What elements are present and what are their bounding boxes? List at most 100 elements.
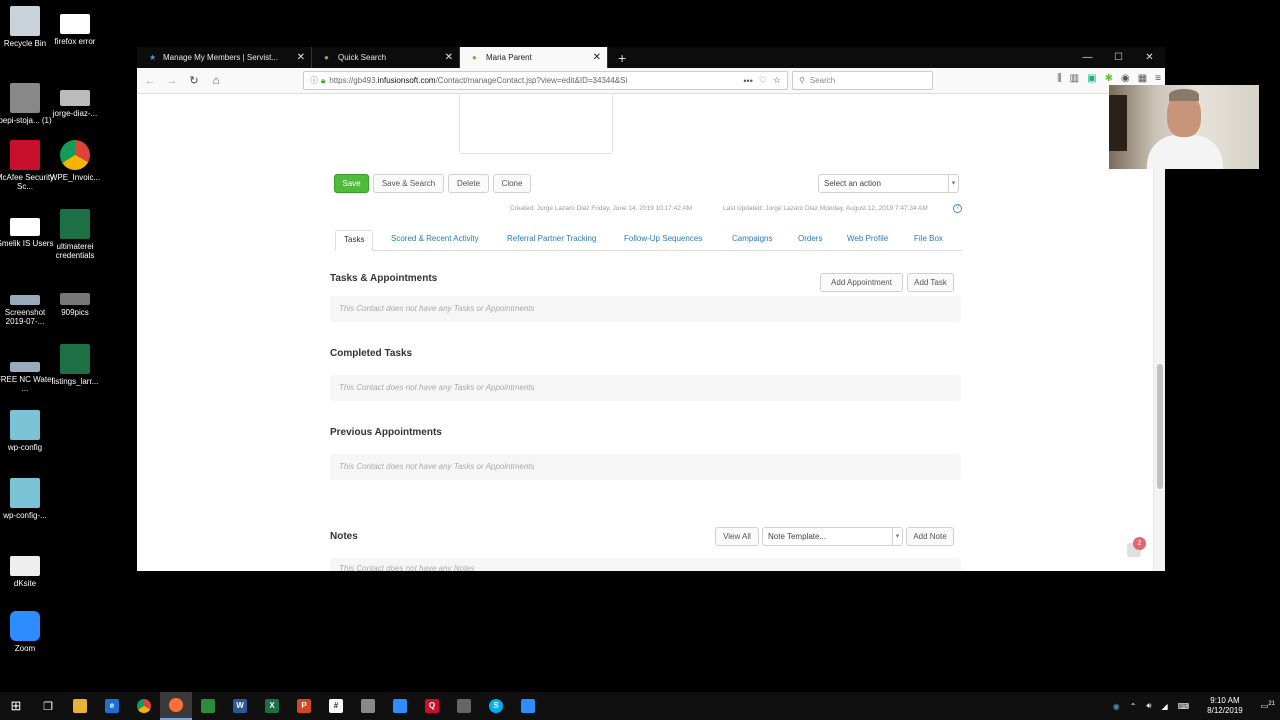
- menu-icon[interactable]: ≡: [1155, 73, 1161, 84]
- add-task-button[interactable]: Add Task: [907, 273, 954, 292]
- tool-icon: [457, 699, 471, 713]
- taskbar-skype[interactable]: S: [480, 692, 512, 720]
- tasks-empty-message: This Contact does not have any Tasks or …: [330, 296, 961, 322]
- browser-window: ★ Manage My Members | Servist... ✕ ● Qui…: [137, 47, 1165, 571]
- image-icon: [60, 90, 90, 106]
- taskbar-zoom-2[interactable]: [512, 692, 544, 720]
- chevron-up-icon[interactable]: ⌃: [1125, 702, 1142, 711]
- save-search-button[interactable]: Save & Search: [373, 174, 444, 193]
- view-all-button[interactable]: View All: [715, 527, 759, 546]
- extension-icon[interactable]: ▣: [1087, 73, 1096, 84]
- tasks-appointments-title: Tasks & Appointments: [330, 273, 438, 284]
- new-tab-button[interactable]: +: [608, 47, 636, 68]
- file-icon: [10, 478, 40, 508]
- taskbar-chrome[interactable]: [128, 692, 160, 720]
- desktop-icon-firefox-error[interactable]: firefox error: [45, 14, 105, 46]
- volume-icon[interactable]: 🔊︎: [1141, 701, 1156, 711]
- zoom-icon: [10, 611, 40, 641]
- home-icon[interactable]: ⌂: [205, 75, 227, 87]
- tab-scored-recent-activity[interactable]: Scored & Recent Activity: [391, 230, 479, 251]
- scrollbar-thumb[interactable]: [1157, 364, 1163, 489]
- chat-widget[interactable]: 2: [1123, 537, 1146, 559]
- url-bar[interactable]: ⓘ 🔒︎ https://gb493.infusionsoft.com/Cont…: [303, 71, 788, 90]
- app-icon: [201, 699, 215, 713]
- tab-web-profile[interactable]: Web Profile: [847, 230, 888, 251]
- add-appointment-button[interactable]: Add Appointment: [820, 273, 903, 292]
- clock[interactable]: 9:10 AM 8/12/2019: [1194, 696, 1256, 716]
- page-actions-icon[interactable]: •••: [743, 76, 752, 86]
- sidebar-icon[interactable]: ▥: [1070, 73, 1079, 84]
- file-icon: [10, 218, 40, 236]
- file-icon: [10, 410, 40, 440]
- notes-textarea[interactable]: [459, 94, 613, 154]
- maximize-icon[interactable]: ☐: [1103, 47, 1134, 68]
- help-tray-icon[interactable]: ◉: [1108, 702, 1125, 711]
- taskbar-app-red[interactable]: Q: [416, 692, 448, 720]
- action-select[interactable]: Select an action ▾: [818, 174, 959, 193]
- desktop-icon-wp-config-2[interactable]: wp-config-...: [0, 478, 55, 520]
- tab-quick-search[interactable]: ● Quick Search ✕: [312, 47, 460, 68]
- chrome-icon: [137, 699, 151, 713]
- taskbar-zoom[interactable]: [384, 692, 416, 720]
- tab-maria-parent[interactable]: ● Maria Parent ✕: [460, 47, 608, 68]
- desktop-icon-zoom[interactable]: Zoom: [0, 611, 55, 653]
- taskbar-file-explorer[interactable]: [64, 692, 96, 720]
- taskbar-app-gray[interactable]: [352, 692, 384, 720]
- close-window-icon[interactable]: ✕: [1134, 47, 1165, 68]
- info-icon[interactable]: ⓘ: [310, 75, 318, 86]
- task-view-button[interactable]: ❐: [32, 692, 64, 720]
- extension-2-icon[interactable]: ◉: [1121, 73, 1130, 84]
- add-note-button[interactable]: Add Note: [906, 527, 954, 546]
- tab-referral-partner-tracking[interactable]: Referral Partner Tracking: [507, 230, 596, 251]
- taskbar-word[interactable]: W: [224, 692, 256, 720]
- tab-campaigns[interactable]: Campaigns: [732, 230, 772, 251]
- nav-bar: ← → ↻ ⌂ ⓘ 🔒︎ https://gb493.infusionsoft.…: [137, 68, 1165, 94]
- start-button[interactable]: ⊞: [0, 692, 32, 720]
- notifications-icon[interactable]: ▭21: [1256, 701, 1280, 711]
- taskbar-firefox[interactable]: [160, 692, 192, 720]
- tab-file-box[interactable]: File Box: [914, 230, 943, 251]
- save-button[interactable]: Save: [334, 174, 369, 193]
- extension-3-icon[interactable]: ▦: [1138, 73, 1147, 84]
- reload-icon[interactable]: ↻: [183, 74, 205, 87]
- tab-manage-members[interactable]: ★ Manage My Members | Servist... ✕: [137, 47, 312, 68]
- image-icon: [10, 83, 40, 113]
- forward-icon[interactable]: →: [161, 75, 183, 87]
- pocket-icon[interactable]: ♡: [759, 75, 767, 86]
- desktop-icon-chrome[interactable]: WPE_Invoic...: [45, 140, 105, 182]
- zoom-icon: [521, 699, 535, 713]
- help-icon[interactable]: ?: [953, 204, 962, 213]
- search-input[interactable]: ⚲ Search: [792, 71, 933, 90]
- desktop-icon-ultimaterei[interactable]: ultimaterei credentials: [45, 209, 105, 260]
- taskbar-app-tool[interactable]: [448, 692, 480, 720]
- desktop-icon-dksite[interactable]: dKsite: [0, 556, 55, 588]
- tab-orders[interactable]: Orders: [798, 230, 822, 251]
- minimize-icon[interactable]: —: [1072, 47, 1103, 68]
- note-template-select[interactable]: Note Template... ▾: [762, 527, 903, 546]
- taskbar-excel[interactable]: X: [256, 692, 288, 720]
- taskbar-slack[interactable]: #: [320, 692, 352, 720]
- desktop-icon-wp-config[interactable]: wp-config: [0, 410, 55, 452]
- close-tab-icon[interactable]: ✕: [445, 52, 453, 63]
- bookmark-star-icon[interactable]: ☆: [773, 75, 781, 86]
- close-tab-icon[interactable]: ✕: [297, 52, 305, 63]
- taskbar-edge[interactable]: e: [96, 692, 128, 720]
- close-tab-icon[interactable]: ✕: [593, 52, 601, 63]
- desktop-icon-listings[interactable]: listings_larr...: [45, 344, 105, 386]
- back-icon[interactable]: ←: [139, 75, 161, 87]
- clone-button[interactable]: Clone: [493, 174, 531, 193]
- zoom-icon: [393, 699, 407, 713]
- desktop-icon-909pics[interactable]: 909pics: [45, 293, 105, 317]
- taskbar-app-green[interactable]: [192, 692, 224, 720]
- taskbar-powerpoint[interactable]: P: [288, 692, 320, 720]
- desktop-icon-jorge[interactable]: jorge-diaz-...: [45, 90, 105, 118]
- keyboard-icon[interactable]: ⌨: [1173, 702, 1195, 711]
- lock-icon[interactable]: 🔒︎: [321, 76, 325, 86]
- tab-tasks[interactable]: Tasks: [335, 230, 374, 251]
- tab-follow-up-sequences[interactable]: Follow-Up Sequences: [624, 230, 702, 251]
- library-icon[interactable]: ⫼: [1057, 73, 1062, 84]
- extension-leaf-icon[interactable]: ✱: [1105, 73, 1113, 84]
- network-icon[interactable]: ◢: [1156, 702, 1172, 711]
- star-icon: ★: [149, 52, 157, 62]
- delete-button[interactable]: Delete: [448, 174, 489, 193]
